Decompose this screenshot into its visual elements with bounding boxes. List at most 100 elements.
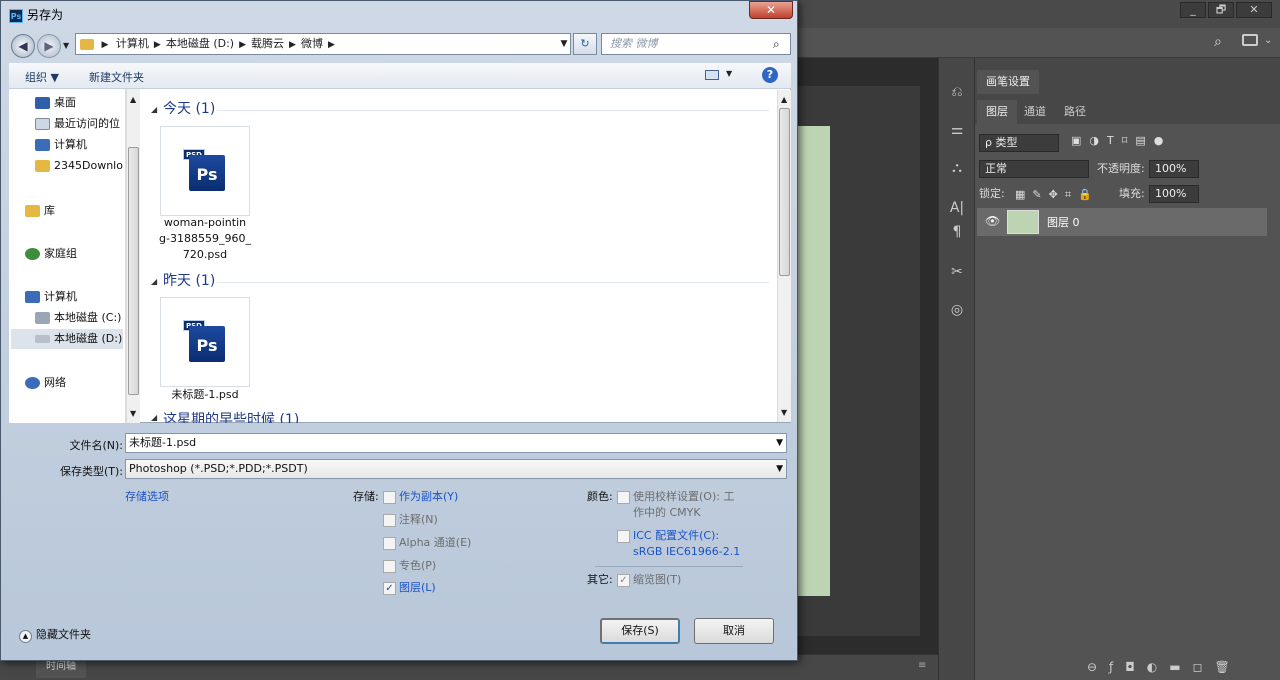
search-icon[interactable]: ⌕ [1214, 34, 1222, 50]
save-button[interactable]: 保存(S) [600, 618, 680, 644]
annotations-checkbox[interactable]: 注释(N) [383, 512, 438, 528]
proof-setup-checkbox[interactable]: 使用校样设置(O): 工作中的 CMYK [617, 489, 747, 521]
history-dropdown-icon[interactable]: ▼ [63, 41, 69, 50]
save-options-link[interactable]: 存储选项 [125, 489, 169, 505]
search-icon[interactable]: ⌕ [773, 34, 789, 54]
file-tile[interactable]: PSD Ps [160, 297, 250, 387]
scroll-down-icon[interactable]: ▼ [781, 408, 787, 417]
tab-layers[interactable]: 图层 [977, 100, 1017, 124]
checkmark-icon[interactable]: ✓ [383, 581, 396, 595]
icc-profile-checkbox[interactable]: ICC 配置文件(C): sRGB IEC61966-2.1 [617, 528, 757, 560]
scroll-up-icon[interactable]: ▲ [781, 95, 787, 104]
tools-icon[interactable]: ✂ [947, 262, 967, 282]
character-icon[interactable]: A| [947, 198, 967, 218]
app-close-button[interactable]: ✕ [1236, 2, 1272, 18]
group-header-yesterday[interactable]: 昨天 (1) [163, 271, 215, 291]
chevron-down-icon[interactable]: ▼ [776, 460, 783, 478]
panel-menu-icon[interactable]: ≡ [918, 660, 926, 671]
tab-brush-settings[interactable]: 画笔设置 [977, 70, 1039, 94]
group-arrow-icon[interactable]: ◢ [151, 277, 157, 286]
forward-button[interactable]: ▶ [37, 34, 61, 58]
cancel-button[interactable]: 取消 [694, 618, 774, 644]
breadcrumb-folder[interactable]: 载腾云 [251, 37, 284, 50]
layer-filter-select[interactable]: ρ 类型 [979, 134, 1059, 152]
filename-input[interactable]: 未标题-1.psd ▼ [125, 433, 787, 453]
opacity-input[interactable]: 100% [1149, 160, 1199, 178]
layer-name[interactable]: 图层 0 [1047, 214, 1080, 230]
navigation-pane: 桌面 最近访问的位 计算机 2345Downlo 库 家庭组 计算机 本地磁盘 … [9, 89, 126, 423]
nav-scroll-thumb[interactable] [128, 147, 139, 395]
new-folder-button[interactable]: 新建文件夹 [89, 69, 144, 85]
help-icon[interactable]: ? [762, 67, 778, 83]
back-button[interactable]: ◀ [11, 34, 35, 58]
view-dropdown-icon[interactable]: ▼ [726, 69, 732, 78]
address-bar[interactable]: ▶ 计算机 ▶ 本地磁盘 (D:) ▶ 载腾云 ▶ 微博 ▶ [75, 33, 571, 55]
nav-scrollbar[interactable]: ▲ ▼ [126, 89, 140, 423]
minimize-button[interactable]: _ [1180, 2, 1206, 18]
checkbox-box[interactable] [617, 529, 630, 543]
group-arrow-icon[interactable]: ◢ [151, 105, 157, 114]
opacity-label: 不透明度: [1097, 162, 1145, 175]
nav-item-libraries[interactable]: 库 [25, 201, 140, 221]
organize-button[interactable]: 组织 ▼ [25, 69, 59, 85]
checkbox-box[interactable] [617, 490, 630, 504]
libraries-icon[interactable]: ◎ [947, 300, 967, 320]
checkbox-box[interactable] [383, 536, 396, 550]
restore-button[interactable]: 🗗 [1208, 2, 1234, 18]
dialog-close-button[interactable]: ✕ [749, 1, 793, 19]
hide-folders-toggle[interactable]: ▲ 隐藏文件夹 [19, 627, 91, 643]
file-scrollbar[interactable]: ▲ ▼ [777, 90, 791, 422]
layer-footer-icons[interactable]: ⊖ƒ◘◐▬◻🗑 [1087, 660, 1242, 674]
scroll-down-icon[interactable]: ▼ [130, 409, 136, 418]
lock-icons[interactable]: ▦✎✥⌗🔒 [1015, 188, 1099, 202]
tab-channels[interactable]: 通道 [1015, 100, 1055, 124]
breadcrumb-current[interactable]: 微博 [301, 37, 323, 50]
checkmark-icon[interactable]: ✓ [617, 573, 630, 587]
history-icon[interactable]: ⎌ [947, 82, 967, 102]
fill-input[interactable]: 100% [1149, 185, 1199, 203]
breadcrumb-drive-d[interactable]: 本地磁盘 (D:) [166, 37, 234, 50]
eye-icon[interactable]: 👁 [985, 214, 1000, 228]
group-partial-header[interactable]: ◢ 这星期的早些时候 (1) [151, 411, 771, 423]
thumbnail-checkbox[interactable]: ✓ 缩览图(T) [617, 572, 681, 588]
view-toggle-icon[interactable] [705, 70, 719, 80]
refresh-button[interactable]: ↻ [573, 33, 597, 55]
layers-panel-area: 画笔设置 图层 通道 路径 ρ 类型 ▣◑T⌑▤● 正常 不透明度: 100% … [974, 58, 1280, 680]
tab-paths[interactable]: 路径 [1055, 100, 1095, 124]
layer-filter-icons[interactable]: ▣◑T⌑▤● [1071, 134, 1171, 147]
file-name-label[interactable]: 未标题-1.psd [157, 387, 253, 403]
scroll-up-icon[interactable]: ▲ [130, 95, 136, 104]
chevron-down-icon[interactable]: ▼ [776, 434, 783, 452]
dialog-toolbar: 组织 ▼ 新建文件夹 ▼ ? [9, 63, 791, 89]
checkbox-box[interactable] [383, 559, 396, 573]
breadcrumb-computer[interactable]: 计算机 [116, 37, 149, 50]
drive-icon [35, 335, 50, 343]
nav-item-computer-root[interactable]: 计算机 [25, 287, 140, 307]
layer-row[interactable]: 👁 图层 0 [977, 208, 1267, 236]
group-header-today[interactable]: 今天 (1) [163, 99, 215, 119]
chevron-down-icon[interactable]: ⌄ [1264, 35, 1272, 46]
spot-colors-checkbox[interactable]: 专色(P) [383, 558, 436, 574]
address-dropdown-icon[interactable]: ▼ [557, 34, 571, 54]
alpha-channels-checkbox[interactable]: Alpha 通道(E) [383, 535, 471, 551]
other-label: 其它: [587, 573, 613, 586]
paragraph-icon[interactable]: ¶ [947, 222, 967, 242]
blend-mode-select[interactable]: 正常 [979, 160, 1089, 178]
savetype-select[interactable]: Photoshop (*.PSD;*.PDD;*.PSDT) ▼ [125, 459, 787, 479]
adjust-icon[interactable]: ⚌ [947, 120, 967, 140]
file-name-label[interactable]: woman-pointin g-3188559_960_ 720.psd [157, 215, 253, 263]
nav-item-network[interactable]: 网络 [25, 373, 140, 393]
nav-item-drive-d[interactable]: 本地磁盘 (D:) [11, 329, 123, 349]
properties-icon[interactable]: ⛬ [947, 158, 967, 178]
workspace-icon[interactable] [1242, 34, 1258, 46]
checkbox-box[interactable] [383, 513, 396, 527]
file-scroll-thumb[interactable] [779, 108, 790, 276]
layers-checkbox[interactable]: ✓ 图层(L) [383, 580, 436, 596]
dialog-title-bar: Ps 另存为 [9, 6, 63, 23]
checkbox-box[interactable] [383, 490, 396, 504]
nav-item-homegroup[interactable]: 家庭组 [25, 244, 140, 264]
file-tile[interactable]: PSD Ps [160, 126, 250, 216]
as-copy-checkbox[interactable]: 作为副本(Y) [383, 489, 458, 505]
document-canvas[interactable] [798, 126, 830, 596]
search-input[interactable]: 搜索 微博 [601, 33, 791, 55]
